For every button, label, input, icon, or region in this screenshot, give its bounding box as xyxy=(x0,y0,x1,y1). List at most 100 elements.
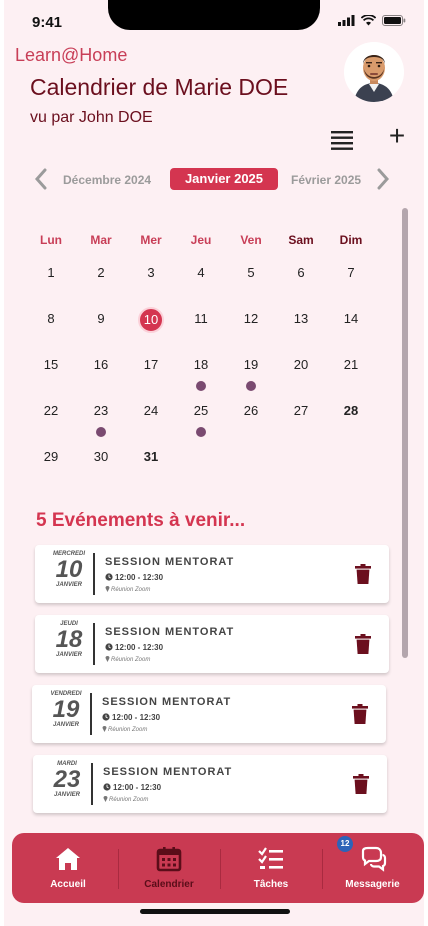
calendar-day[interactable]: 3 xyxy=(126,261,176,307)
delete-event-button[interactable] xyxy=(353,774,369,794)
clock-icon xyxy=(103,783,111,791)
tab-accueil[interactable]: Accueil xyxy=(18,833,118,903)
event-time-row: 12:00 - 12:30 xyxy=(102,713,160,722)
calendar-day[interactable]: 10 xyxy=(126,307,176,353)
calendar-day[interactable]: 18 xyxy=(176,353,226,399)
status-time: 9:41 xyxy=(32,14,63,31)
add-event-button[interactable]: + xyxy=(385,122,409,150)
tab-messagerie[interactable]: 12 Messagerie xyxy=(323,833,422,903)
tab-calendrier[interactable]: Calendrier xyxy=(119,833,219,903)
weekday-label: Dim xyxy=(339,233,363,247)
calendar-day[interactable]: 17 xyxy=(126,353,176,399)
event-card[interactable]: VENDREDI 19 JANVIER SESSION MENTORAT 12:00 -… xyxy=(32,685,386,743)
calendar-day[interactable]: 19 xyxy=(226,353,276,399)
day-number: 1 xyxy=(47,265,55,280)
day-number: 14 xyxy=(343,311,359,326)
avatar-image xyxy=(344,42,404,102)
calendar-day[interactable]: 13 xyxy=(276,307,326,353)
delete-event-button[interactable] xyxy=(355,634,371,654)
calendar-day[interactable]: 14 xyxy=(326,307,376,353)
day-number: 28 xyxy=(343,403,359,418)
day-number: 24 xyxy=(143,403,159,418)
month-navigation: Décembre 2024 Janvier 2025 Février 2025 xyxy=(4,166,424,194)
day-number: 15 xyxy=(43,357,59,372)
list-view-button[interactable] xyxy=(330,128,354,152)
calendar-day[interactable]: 27 xyxy=(276,399,326,445)
day-number: 5 xyxy=(247,265,255,280)
location-pin-icon xyxy=(105,656,110,662)
calendar-day[interactable]: 11 xyxy=(176,307,226,353)
event-place-row: Réunion Zoom xyxy=(105,655,150,663)
calendar-day[interactable]: 15 xyxy=(26,353,76,399)
day-number: 2 xyxy=(97,265,105,280)
weekday-label: Mar xyxy=(90,233,112,247)
calendar-day[interactable]: 29 xyxy=(26,445,76,491)
calendar-weeks: 1 2 3 4 5 6 7 8 9 10 11 12 13 14 15 16 17 18 19 20 21 22 23 24 2… xyxy=(26,261,376,491)
scrollbar[interactable] xyxy=(402,208,408,658)
clock-icon xyxy=(102,713,110,721)
calendar-day[interactable]: 12 xyxy=(226,307,276,353)
calendar-day[interactable]: 22 xyxy=(26,399,76,445)
calendar-day[interactable]: 8 xyxy=(26,307,76,353)
messages-badge: 12 xyxy=(337,836,353,852)
calendar-day[interactable]: 30 xyxy=(76,445,126,491)
calendar-day[interactable]: 25 xyxy=(176,399,226,445)
event-place: Réunion Zoom xyxy=(111,657,151,663)
event-day: 18 xyxy=(55,626,83,653)
calendar-day[interactable]: 24 xyxy=(126,399,176,445)
calendar-day[interactable]: 31 xyxy=(126,445,176,491)
chevron-right-icon[interactable] xyxy=(376,168,390,196)
calendar-day[interactable]: 9 xyxy=(76,307,126,353)
event-card[interactable]: JEUDI 18 JANVIER SESSION MENTORAT 12:00 - 12… xyxy=(35,615,389,673)
calendar-day[interactable]: 7 xyxy=(326,261,376,307)
chevron-left-icon[interactable] xyxy=(34,168,48,196)
event-title: SESSION MENTORAT xyxy=(103,766,233,778)
event-title: SESSION MENTORAT xyxy=(105,556,235,568)
tab-label: Messagerie xyxy=(345,879,400,890)
location-pin-icon xyxy=(102,726,107,732)
event-dot xyxy=(196,381,206,391)
event-day: 10 xyxy=(55,556,83,583)
event-place-row: Réunion Zoom xyxy=(103,795,148,803)
event-place: Réunion Zoom xyxy=(111,587,151,593)
event-card[interactable]: MARDI 23 JANVIER SESSION MENTORAT 12:00 - 12… xyxy=(33,755,387,813)
calendar-day[interactable]: 5 xyxy=(226,261,276,307)
day-number: 18 xyxy=(193,357,209,372)
calendar-empty-cell xyxy=(226,445,276,491)
calendar-day[interactable]: 4 xyxy=(176,261,226,307)
day-number: 29 xyxy=(43,449,59,464)
day-number: 25 xyxy=(193,403,209,418)
clock-icon xyxy=(105,573,113,581)
calendar-day[interactable]: 2 xyxy=(76,261,126,307)
day-number: 16 xyxy=(93,357,109,372)
calendar-day[interactable]: 21 xyxy=(326,353,376,399)
calendar-day[interactable]: 6 xyxy=(276,261,326,307)
calendar-day[interactable]: 16 xyxy=(76,353,126,399)
trash-icon xyxy=(355,634,371,654)
day-number: 13 xyxy=(293,311,309,326)
avatar[interactable] xyxy=(344,42,404,102)
event-place-row: Réunion Zoom xyxy=(105,585,150,593)
home-indicator xyxy=(140,909,290,914)
battery-icon xyxy=(382,15,406,26)
calendar-week-row: 22 23 24 25 26 27 28 xyxy=(26,399,376,445)
prev-month-button[interactable]: Décembre 2024 xyxy=(63,173,151,187)
calendar-day[interactable]: 1 xyxy=(26,261,76,307)
event-date: JEUDI 18 JANVIER xyxy=(43,621,95,658)
weekday-label: Jeu xyxy=(190,233,212,247)
event-dot xyxy=(96,427,106,437)
delete-event-button[interactable] xyxy=(352,704,368,724)
calendar-day[interactable]: 23 xyxy=(76,399,126,445)
event-title: SESSION MENTORAT xyxy=(105,626,235,638)
calendar-day[interactable]: 26 xyxy=(226,399,276,445)
event-card[interactable]: MERCREDI 10 JANVIER SESSION MENTORAT 12:00 -… xyxy=(35,545,389,603)
calendar-week-row: 29 30 31 xyxy=(26,445,376,491)
next-month-button[interactable]: Février 2025 xyxy=(291,173,361,187)
event-month: JANVIER xyxy=(52,722,79,728)
delete-event-button[interactable] xyxy=(355,564,371,584)
event-place-row: Réunion Zoom xyxy=(102,725,147,733)
calendar-day[interactable]: 28 xyxy=(326,399,376,445)
calendar-day[interactable]: 20 xyxy=(276,353,326,399)
event-time: 12:00 - 12:30 xyxy=(113,783,162,792)
tab-taches[interactable]: Tâches xyxy=(221,833,321,903)
